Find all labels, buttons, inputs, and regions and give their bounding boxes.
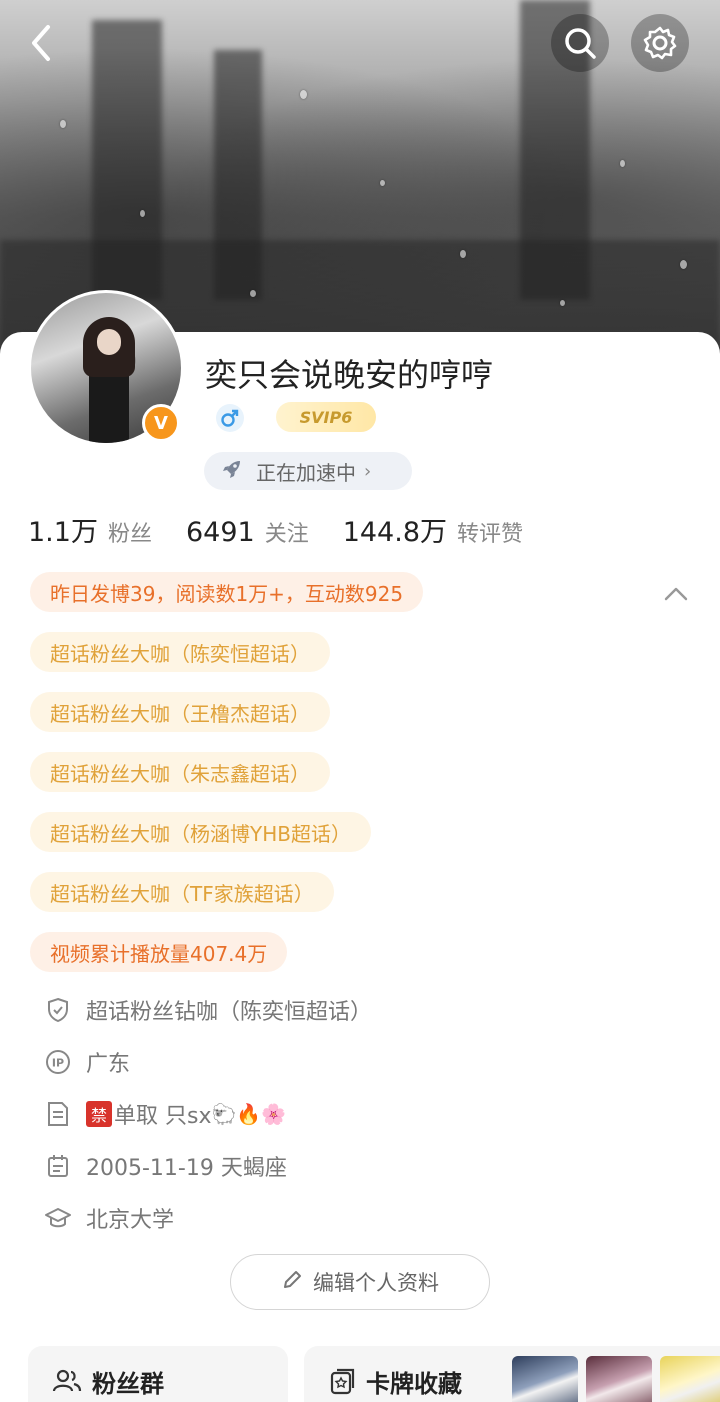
card-thumbnail[interactable] (512, 1356, 578, 1402)
bio-emojis: 🐑🔥🌸 (211, 1102, 287, 1126)
super-fan-tag[interactable]: 超话粉丝大咖（朱志鑫超话） (30, 752, 330, 792)
shield-check-icon (44, 996, 72, 1024)
fans-group-label: 粉丝群 (92, 1369, 164, 1398)
graduation-cap-icon (44, 1204, 72, 1232)
svip-badge[interactable]: SVIP6 (276, 402, 376, 432)
chevron-up-icon[interactable] (662, 580, 690, 608)
activity-tag[interactable]: 昨日发博39，阅读数1万+，互动数925 (30, 572, 424, 612)
edit-profile-button[interactable]: 编辑个人资料 (230, 1254, 490, 1310)
card-collection-label: 卡牌收藏 (366, 1369, 462, 1398)
raindrop (60, 120, 66, 128)
raindrop (300, 90, 307, 99)
back-button[interactable] (12, 14, 70, 72)
ip-location: 广东 (86, 1052, 131, 1077)
raindrop (560, 300, 565, 306)
bio-row: 禁 单取 只sx 🐑🔥🌸 (44, 1096, 286, 1132)
ip-row: IP 广东 (44, 1044, 130, 1080)
birthday-row: 2005-11-19 天蝎座 (44, 1148, 287, 1184)
ban-emoji: 禁 (86, 1101, 112, 1127)
super-fan-tag[interactable]: 超话粉丝大咖（陈奕恒超话） (30, 632, 330, 672)
super-fan-tag[interactable]: 超话粉丝大咖（TF家族超话） (30, 872, 334, 912)
fans-group-card[interactable]: 粉丝群 (28, 1346, 288, 1402)
raindrop (680, 260, 687, 269)
boost-label: 正在加速中 (256, 460, 356, 485)
raindrop (250, 290, 256, 297)
diamond-fan-row[interactable]: 超话粉丝钻咖（陈奕恒超话） (44, 992, 372, 1028)
search-button[interactable] (551, 14, 609, 72)
profile-card (0, 332, 720, 1402)
male-icon (221, 409, 239, 427)
settings-button[interactable] (631, 14, 689, 72)
edit-profile-label: 编辑个人资料 (313, 1271, 439, 1295)
video-views-tag[interactable]: 视频累计播放量407.4万 (30, 932, 288, 972)
bio-text: 单取 只sx (114, 1104, 212, 1129)
raindrop (380, 180, 385, 186)
people-icon (52, 1367, 82, 1395)
chevron-left-icon (32, 25, 50, 61)
birthday-text: 2005-11-19 天蝎座 (86, 1156, 287, 1181)
school-row[interactable]: 北京大学 (44, 1200, 174, 1236)
super-fan-tag[interactable]: 超话粉丝大咖（王橹杰超话） (30, 692, 330, 732)
gear-icon (643, 26, 677, 60)
search-icon (565, 28, 596, 59)
raindrop (140, 210, 145, 217)
following-label[interactable]: 关注 (265, 516, 309, 548)
verified-badge: V (142, 404, 180, 442)
calendar-icon (44, 1152, 72, 1180)
raindrop (460, 250, 466, 258)
pencil-icon (281, 1269, 303, 1296)
following-count[interactable]: 6491 (186, 517, 255, 548)
super-fan-tag[interactable]: 超话粉丝大咖（杨涵博YHB超话） (30, 812, 371, 852)
card-thumbnail[interactable] (586, 1356, 652, 1402)
profile-name: 奕只会说晚安的哼哼 (205, 356, 494, 394)
ip-icon: IP (44, 1048, 72, 1076)
rocket-icon (220, 457, 244, 486)
likes-label[interactable]: 转评赞 (457, 516, 523, 548)
chevron-right-icon: › (364, 460, 372, 482)
gender-badge (216, 404, 244, 432)
stats-row: 1.1万 粉丝 6491 关注 144.8万 转评赞 (28, 510, 557, 550)
boost-button[interactable]: 正在加速中 › (204, 452, 412, 490)
document-icon (44, 1100, 72, 1128)
avatar-face (97, 329, 121, 355)
fans-count[interactable]: 1.1万 (28, 510, 98, 549)
fans-label[interactable]: 粉丝 (108, 516, 152, 548)
school-text: 北京大学 (86, 1208, 175, 1233)
svg-text:IP: IP (52, 1057, 64, 1070)
likes-count[interactable]: 144.8万 (343, 510, 447, 549)
diamond-fan-text: 超话粉丝钻咖（陈奕恒超话） (86, 1000, 373, 1025)
raindrop (620, 160, 625, 167)
card-icon (328, 1367, 356, 1395)
card-thumbnail[interactable] (660, 1356, 720, 1402)
